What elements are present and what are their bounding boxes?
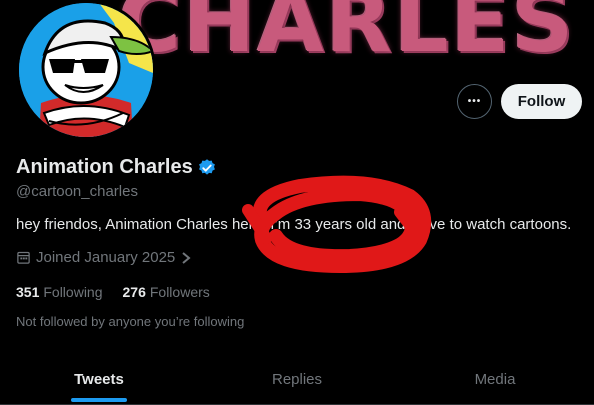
banner-text: CHARLES bbox=[118, 0, 576, 72]
followers-link[interactable]: 276 Followers bbox=[123, 284, 210, 300]
handle: @cartoon_charles bbox=[16, 183, 138, 200]
tab-media[interactable]: Media bbox=[396, 354, 594, 404]
followers-count: 276 bbox=[122, 284, 146, 300]
profile-tabs: Tweets Replies Media bbox=[0, 354, 594, 405]
verified-badge-icon[interactable] bbox=[197, 158, 217, 178]
joined-date: Joined January 2025 bbox=[16, 249, 192, 266]
following-count: 351 bbox=[16, 284, 40, 300]
avatar[interactable] bbox=[16, 0, 156, 140]
follow-stats: 351 Following 276 Followers bbox=[16, 284, 210, 300]
not-followed-note: Not followed by anyone you’re following bbox=[16, 314, 245, 329]
tab-replies[interactable]: Replies bbox=[198, 354, 396, 404]
more-options-button[interactable]: ••• bbox=[457, 84, 492, 119]
joined-text: Joined January 2025 bbox=[36, 249, 176, 266]
more-dots-icon: ••• bbox=[467, 96, 482, 107]
display-name-row: Animation Charles bbox=[16, 156, 217, 179]
calendar-icon bbox=[17, 251, 30, 264]
avatar-cartoon-image bbox=[19, 3, 153, 137]
followers-label: Followers bbox=[149, 284, 210, 300]
chevron-right-icon bbox=[182, 251, 191, 264]
tab-tweets[interactable]: Tweets bbox=[0, 354, 198, 404]
follow-button[interactable]: Follow bbox=[501, 84, 582, 119]
following-label: Following bbox=[43, 284, 103, 300]
bio: hey friendos, Animation Charles here. I’… bbox=[16, 216, 572, 233]
following-link[interactable]: 351 Following bbox=[16, 284, 103, 300]
display-name: Animation Charles bbox=[16, 156, 193, 178]
